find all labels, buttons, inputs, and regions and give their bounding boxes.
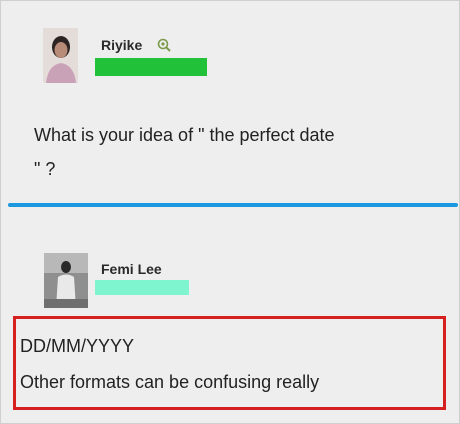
- post-author-name[interactable]: Riyike: [101, 37, 142, 53]
- section-divider: [8, 203, 458, 207]
- reply-text-line: DD/MM/YYYY: [20, 336, 135, 356]
- reply-text-line: Other formats can be confusing really: [20, 372, 320, 392]
- post-text: What is your idea of " the perfect date …: [34, 118, 434, 186]
- redacted-handle: [95, 280, 189, 295]
- avatar[interactable]: [43, 28, 78, 83]
- avatar[interactable]: [44, 253, 88, 308]
- reply-author-name[interactable]: Femi Lee: [101, 261, 162, 277]
- person-avatar-icon: [44, 253, 88, 308]
- redacted-handle: [95, 58, 207, 76]
- person-avatar-icon: [43, 28, 78, 83]
- post-text-line: " ?: [34, 159, 56, 179]
- magnifier-badge-icon: [157, 38, 171, 52]
- highlight-box: [13, 316, 446, 410]
- post-text-line: What is your idea of " the perfect date: [34, 125, 335, 145]
